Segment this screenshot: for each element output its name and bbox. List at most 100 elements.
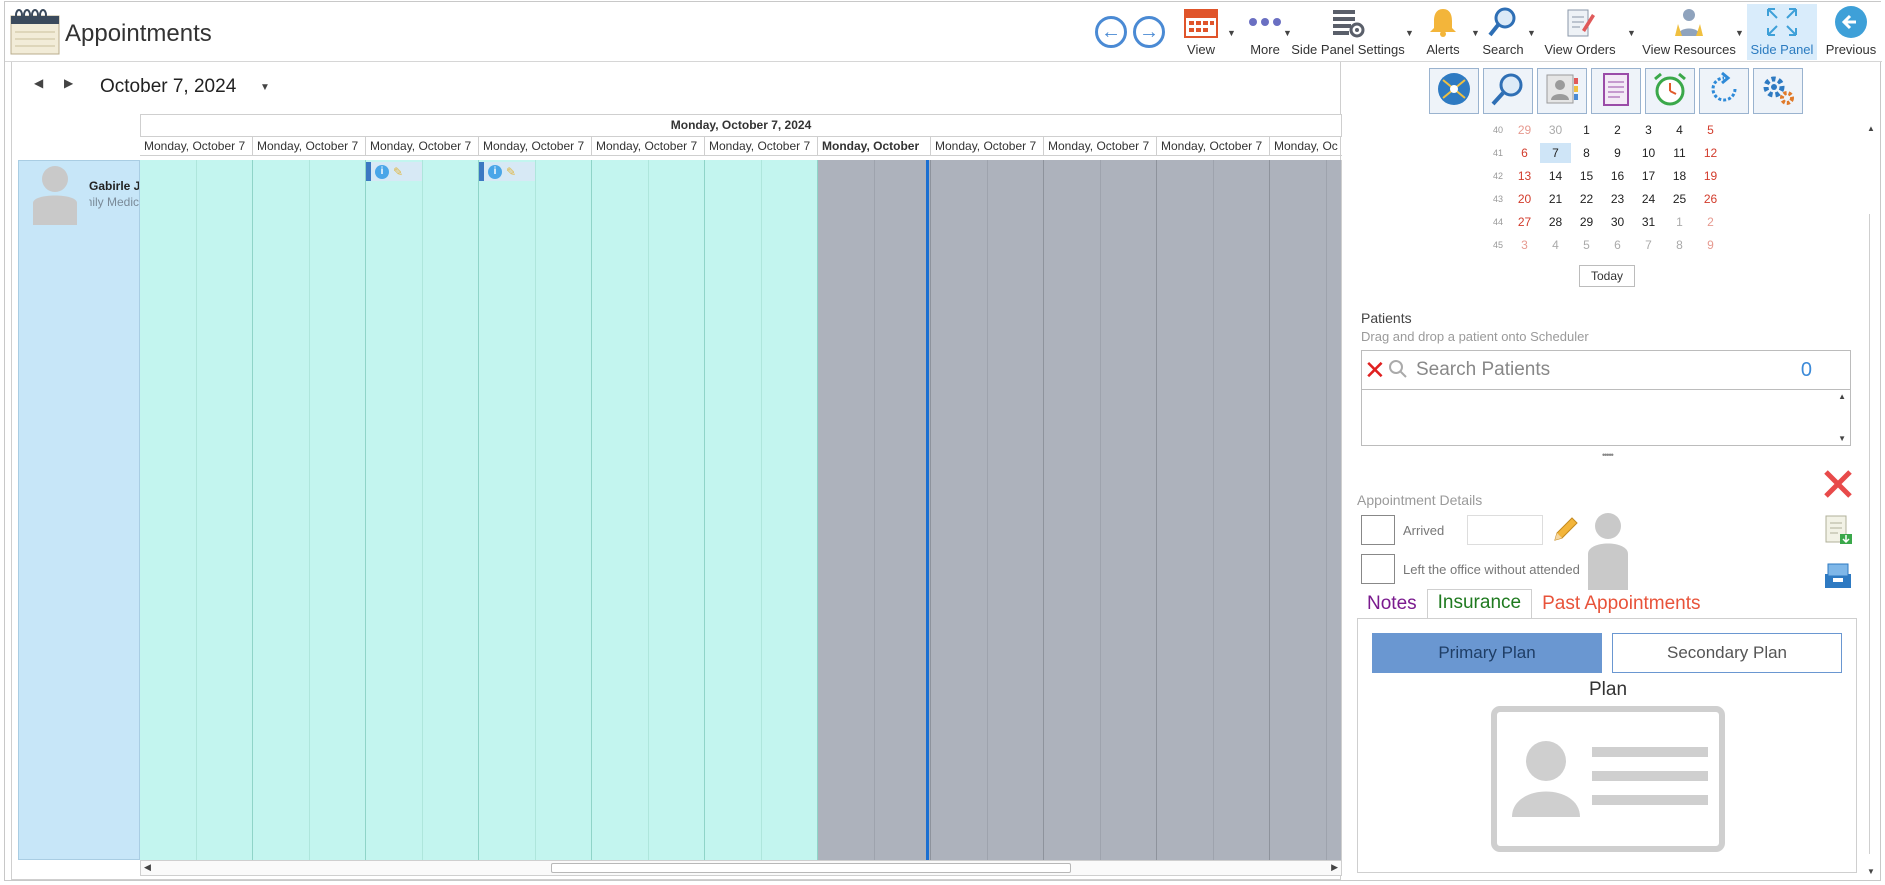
insurance-card-icon[interactable] [1490, 705, 1726, 853]
unavailable-time-slot[interactable] [931, 160, 1044, 860]
view-orders-dropdown-arrow[interactable]: ▼ [1627, 28, 1636, 38]
archive-button[interactable] [1820, 560, 1856, 596]
calendar-day[interactable]: 29 [1571, 212, 1602, 232]
scroll-right-arrow[interactable]: ▶ [1331, 862, 1338, 873]
scheduler-grid[interactable] [140, 160, 1342, 860]
refresh-button[interactable] [1699, 68, 1749, 114]
calendar-day[interactable]: 23 [1602, 189, 1633, 209]
unavailable-time-slot[interactable] [1157, 160, 1270, 860]
calendar-day[interactable]: 24 [1633, 189, 1664, 209]
forward-nav-button[interactable]: → [1133, 16, 1165, 48]
export-document-button[interactable] [1820, 514, 1856, 550]
scroll-up-arrow[interactable]: ▲ [1867, 124, 1875, 133]
calendar-day[interactable]: 7 [1633, 235, 1664, 255]
calendar-day[interactable]: 4 [1664, 120, 1695, 140]
side-panel-settings-button[interactable]: Side Panel Settings [1291, 4, 1405, 60]
tab-notes[interactable]: Notes [1357, 591, 1427, 619]
date-dropdown-arrow[interactable]: ▼ [260, 82, 270, 93]
calendar-day[interactable]: 5 [1571, 235, 1602, 255]
calendar-day[interactable]: 25 [1664, 189, 1695, 209]
scrollbar-track[interactable] [1869, 214, 1877, 854]
available-time-slot[interactable] [479, 160, 592, 860]
side-panel-scrollbar[interactable]: ▲ ▼ [1864, 118, 1880, 880]
calendar-day[interactable]: 12 [1695, 143, 1726, 163]
calendar-day[interactable]: 8 [1571, 143, 1602, 163]
search-button[interactable]: Search [1477, 4, 1529, 60]
calendar-day[interactable]: 6 [1602, 235, 1633, 255]
calendar-day[interactable]: 6 [1509, 143, 1540, 163]
list-scroll-down-arrow[interactable]: ▼ [1838, 434, 1846, 443]
clipboard-button[interactable] [1591, 68, 1641, 114]
contacts-button[interactable] [1537, 68, 1587, 114]
view-orders-button[interactable]: View Orders [1541, 4, 1619, 60]
calendar-day[interactable]: 30 [1540, 120, 1571, 140]
previous-date-button[interactable]: ◀ [34, 76, 43, 90]
available-time-slot[interactable] [140, 160, 253, 860]
unavailable-time-slot[interactable] [818, 160, 931, 860]
scroll-left-arrow[interactable]: ◀ [144, 862, 151, 873]
cancel-appointment-button[interactable] [1820, 468, 1856, 504]
calendar-day[interactable]: 11 [1664, 143, 1695, 163]
calendar-day[interactable]: 30 [1602, 212, 1633, 232]
calendar-day[interactable]: 16 [1602, 166, 1633, 186]
patient-results-list[interactable]: ▲ ▼ [1361, 390, 1851, 446]
calendar-day[interactable]: 18 [1664, 166, 1695, 186]
unavailable-time-slot[interactable] [1044, 160, 1157, 860]
tab-past-appointments[interactable]: Past Appointments [1532, 591, 1710, 619]
calendar-day[interactable]: 17 [1633, 166, 1664, 186]
search-dropdown-arrow[interactable]: ▼ [1527, 28, 1536, 38]
calendar-day[interactable]: 19 [1695, 166, 1726, 186]
list-scroll-up-arrow[interactable]: ▲ [1838, 392, 1846, 401]
calendar-day[interactable]: 10 [1633, 143, 1664, 163]
clear-search-icon[interactable]: ✕ [1364, 357, 1386, 383]
alarm-button[interactable] [1645, 68, 1695, 114]
horizontal-scrollbar[interactable]: ◀ ▶ [140, 860, 1342, 876]
find-button[interactable] [1483, 68, 1533, 114]
scroll-down-arrow[interactable]: ▼ [1867, 867, 1875, 876]
available-time-slot[interactable] [366, 160, 479, 860]
back-nav-button[interactable]: ← [1095, 16, 1127, 48]
primary-plan-button[interactable]: Primary Plan [1372, 633, 1602, 673]
calendar-day[interactable]: 5 [1695, 120, 1726, 140]
calendar-day[interactable]: 9 [1602, 143, 1633, 163]
calendar-day[interactable]: 20 [1509, 189, 1540, 209]
arrived-time-field[interactable] [1467, 515, 1543, 545]
calendar-day[interactable]: 4 [1540, 235, 1571, 255]
search-patients-input[interactable] [1414, 357, 1774, 383]
side-panel-button[interactable]: Side Panel [1747, 4, 1817, 60]
available-time-slot[interactable] [592, 160, 705, 860]
side-panel-settings-dropdown-arrow[interactable]: ▼ [1405, 28, 1414, 38]
calendar-day[interactable]: 9 [1695, 235, 1726, 255]
view-resources-dropdown-arrow[interactable]: ▼ [1735, 28, 1744, 38]
calendar-day[interactable]: 1 [1571, 120, 1602, 140]
calendar-day[interactable]: 26 [1695, 189, 1726, 209]
available-time-slot[interactable] [705, 160, 818, 860]
network-button[interactable] [1429, 68, 1479, 114]
calendar-day[interactable]: 1 [1664, 212, 1695, 232]
calendar-day[interactable]: 15 [1571, 166, 1602, 186]
secondary-plan-button[interactable]: Secondary Plan [1612, 633, 1842, 673]
view-button[interactable]: View [1173, 4, 1229, 60]
current-date-label[interactable]: October 7, 2024 [100, 76, 236, 98]
calendar-day[interactable]: 7 [1540, 142, 1571, 163]
calendar-day[interactable]: 2 [1695, 212, 1726, 232]
view-resources-button[interactable]: View Resources [1641, 4, 1737, 60]
tab-insurance[interactable]: Insurance [1426, 589, 1533, 619]
calendar-day[interactable]: 27 [1509, 212, 1540, 232]
calendar-day[interactable]: 13 [1509, 166, 1540, 186]
arrived-checkbox[interactable] [1361, 515, 1395, 545]
calendar-day[interactable]: 3 [1633, 120, 1664, 140]
appointment-block[interactable]: i ✎ [479, 162, 535, 181]
calendar-day[interactable]: 31 [1633, 212, 1664, 232]
calendar-day[interactable]: 8 [1664, 235, 1695, 255]
unavailable-time-slot[interactable] [1270, 160, 1341, 860]
resource-cell[interactable]: Gabirle J Family Medic [18, 160, 140, 860]
left-without-attended-checkbox[interactable] [1361, 554, 1395, 584]
settings-button[interactable] [1753, 68, 1803, 114]
available-time-slot[interactable] [253, 160, 366, 860]
calendar-day[interactable]: 28 [1540, 212, 1571, 232]
resize-grip[interactable]: ••••• [1602, 450, 1614, 460]
calendar-day[interactable]: 3 [1509, 235, 1540, 255]
calendar-day[interactable]: 29 [1509, 120, 1540, 140]
appointment-block[interactable]: i ✎ [366, 162, 422, 181]
